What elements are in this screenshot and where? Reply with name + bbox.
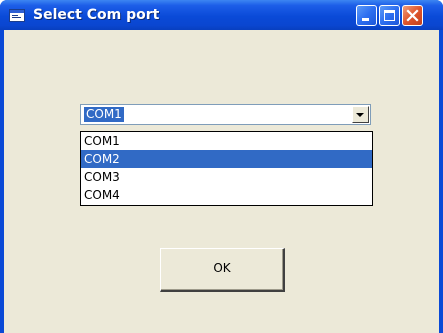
chevron-down-icon (356, 113, 364, 117)
dropdown-option-com4[interactable]: COM4 (81, 186, 372, 204)
dropdown-option-com2[interactable]: COM2 (81, 150, 372, 168)
minimize-icon (362, 18, 369, 21)
close-button[interactable] (402, 5, 423, 26)
window-title: Select Com port (33, 7, 160, 23)
ok-button-label: OK (213, 261, 231, 275)
combobox-selected-value[interactable]: COM1 (84, 107, 124, 122)
dialog-client-area: COM1 COM1 COM2 COM3 COM4 OK (4, 30, 439, 333)
dropdown-option-com1[interactable]: COM1 (81, 132, 372, 150)
app-window-icon[interactable] (9, 9, 25, 22)
close-icon (406, 9, 419, 22)
maximize-icon (384, 10, 395, 21)
com-port-dropdown-list: COM1 COM2 COM3 COM4 (80, 131, 373, 206)
com-port-combobox[interactable]: COM1 (80, 104, 371, 125)
ok-button[interactable]: OK (160, 248, 285, 292)
dialog-window: Select Com port COM1 COM1 COM2 COM3 COM4… (0, 0, 443, 333)
dropdown-button[interactable] (352, 106, 369, 123)
maximize-button[interactable] (379, 5, 400, 26)
dropdown-option-com3[interactable]: COM3 (81, 168, 372, 186)
minimize-button[interactable] (356, 5, 377, 26)
title-bar[interactable]: Select Com port (0, 0, 443, 30)
